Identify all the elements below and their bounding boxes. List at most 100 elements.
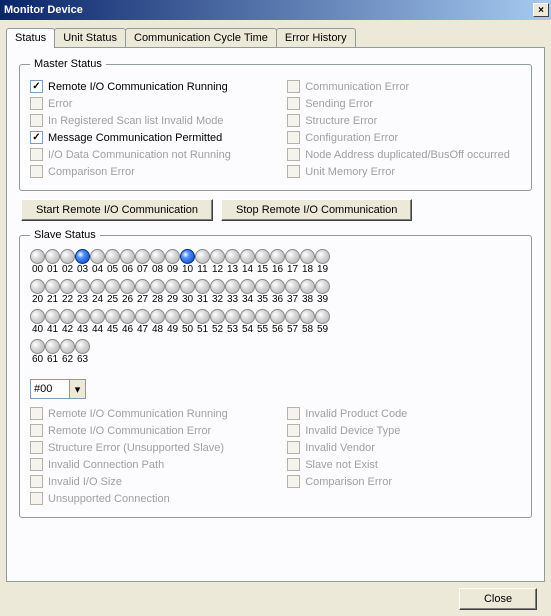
node-led[interactable]	[315, 309, 330, 324]
node-led[interactable]	[30, 279, 45, 294]
slave-detail-checkbox	[30, 492, 43, 505]
node-led[interactable]	[210, 279, 225, 294]
node-led[interactable]	[105, 279, 120, 294]
node-led[interactable]	[165, 309, 180, 324]
master-status-checkbox[interactable]	[30, 131, 43, 144]
node-led[interactable]	[225, 279, 240, 294]
node-led[interactable]	[135, 279, 150, 294]
master-status-checkbox[interactable]	[30, 80, 43, 93]
node-led[interactable]	[90, 309, 105, 324]
node-led[interactable]	[75, 339, 90, 354]
master-status-checkbox	[30, 114, 43, 127]
close-icon[interactable]: ×	[533, 3, 549, 17]
node-led[interactable]	[210, 309, 225, 324]
node-led[interactable]	[285, 249, 300, 264]
node-led[interactable]	[75, 279, 90, 294]
node-led[interactable]	[150, 309, 165, 324]
node-led[interactable]	[60, 309, 75, 324]
node-led[interactable]	[195, 309, 210, 324]
node-led[interactable]	[165, 249, 180, 264]
node-led[interactable]	[255, 309, 270, 324]
node-label: 44	[90, 324, 105, 335]
node-led[interactable]	[270, 309, 285, 324]
node-led[interactable]	[300, 249, 315, 264]
node-led[interactable]	[180, 309, 195, 324]
node-led[interactable]	[210, 249, 225, 264]
start-remote-io-button[interactable]: Start Remote I/O Communication	[21, 199, 213, 221]
node-led[interactable]	[60, 249, 75, 264]
master-status-label: I/O Data Communication not Running	[48, 149, 231, 161]
node-led[interactable]	[120, 249, 135, 264]
node-led[interactable]	[240, 309, 255, 324]
node-led[interactable]	[255, 249, 270, 264]
master-status-label: Remote I/O Communication Running	[48, 81, 228, 93]
slave-detail-row: Comparison Error	[287, 473, 521, 490]
node-led[interactable]	[225, 249, 240, 264]
node-led[interactable]	[240, 249, 255, 264]
node-led[interactable]	[180, 279, 195, 294]
close-button[interactable]: Close	[459, 588, 537, 610]
node-led[interactable]	[105, 249, 120, 264]
node-led[interactable]	[270, 279, 285, 294]
node-led[interactable]	[75, 249, 90, 264]
master-status-label: Sending Error	[305, 98, 373, 110]
node-led[interactable]	[255, 279, 270, 294]
node-led[interactable]	[240, 279, 255, 294]
node-led[interactable]	[45, 339, 60, 354]
node-led[interactable]	[195, 249, 210, 264]
node-select[interactable]: #00 ▾	[30, 379, 86, 399]
slave-detail-row: Structure Error (Unsupported Slave)	[30, 439, 287, 456]
node-led[interactable]	[285, 309, 300, 324]
node-led[interactable]	[150, 279, 165, 294]
node-led[interactable]	[285, 279, 300, 294]
slave-detail-checkbox	[287, 424, 300, 437]
node-led[interactable]	[60, 279, 75, 294]
tab-error-history[interactable]: Error History	[276, 28, 356, 47]
tab-status[interactable]: Status	[6, 28, 55, 48]
node-led[interactable]	[30, 309, 45, 324]
master-status-checkbox	[30, 148, 43, 161]
node-led[interactable]	[45, 309, 60, 324]
master-status-checkbox	[287, 114, 300, 127]
master-status-row: Comparison Error	[30, 163, 287, 180]
node-label: 53	[225, 324, 240, 335]
node-led[interactable]	[45, 279, 60, 294]
node-led[interactable]	[75, 309, 90, 324]
node-label: 22	[60, 294, 75, 305]
node-led[interactable]	[30, 339, 45, 354]
node-led[interactable]	[225, 309, 240, 324]
node-led[interactable]	[300, 279, 315, 294]
node-led[interactable]	[30, 249, 45, 264]
node-led[interactable]	[315, 279, 330, 294]
node-label: 09	[165, 264, 180, 275]
stop-remote-io-button[interactable]: Stop Remote I/O Communication	[221, 199, 412, 221]
slave-detail-checkbox	[30, 441, 43, 454]
node-led[interactable]	[150, 249, 165, 264]
node-led[interactable]	[315, 249, 330, 264]
node-label: 36	[270, 294, 285, 305]
node-led[interactable]	[135, 309, 150, 324]
node-led[interactable]	[135, 249, 150, 264]
tab-unit-status[interactable]: Unit Status	[54, 28, 126, 47]
node-led[interactable]	[300, 309, 315, 324]
master-status-label: Error	[48, 98, 72, 110]
node-led[interactable]	[45, 249, 60, 264]
node-led[interactable]	[180, 249, 195, 264]
tab-panel-status: Master Status Remote I/O Communication R…	[6, 47, 545, 582]
node-label: 03	[75, 264, 90, 275]
node-led[interactable]	[165, 279, 180, 294]
node-led[interactable]	[120, 279, 135, 294]
tab-communication-cycle-time[interactable]: Communication Cycle Time	[125, 28, 277, 47]
node-led[interactable]	[105, 309, 120, 324]
node-led[interactable]	[90, 279, 105, 294]
node-led[interactable]	[120, 309, 135, 324]
node-led[interactable]	[90, 249, 105, 264]
master-status-group: Master Status Remote I/O Communication R…	[19, 58, 532, 191]
node-led[interactable]	[60, 339, 75, 354]
node-led[interactable]	[195, 279, 210, 294]
node-label: 30	[180, 294, 195, 305]
node-led[interactable]	[270, 249, 285, 264]
node-label: 11	[195, 264, 210, 275]
master-status-label: In Registered Scan list Invalid Mode	[48, 115, 223, 127]
slave-detail-label: Slave not Exist	[305, 459, 378, 471]
